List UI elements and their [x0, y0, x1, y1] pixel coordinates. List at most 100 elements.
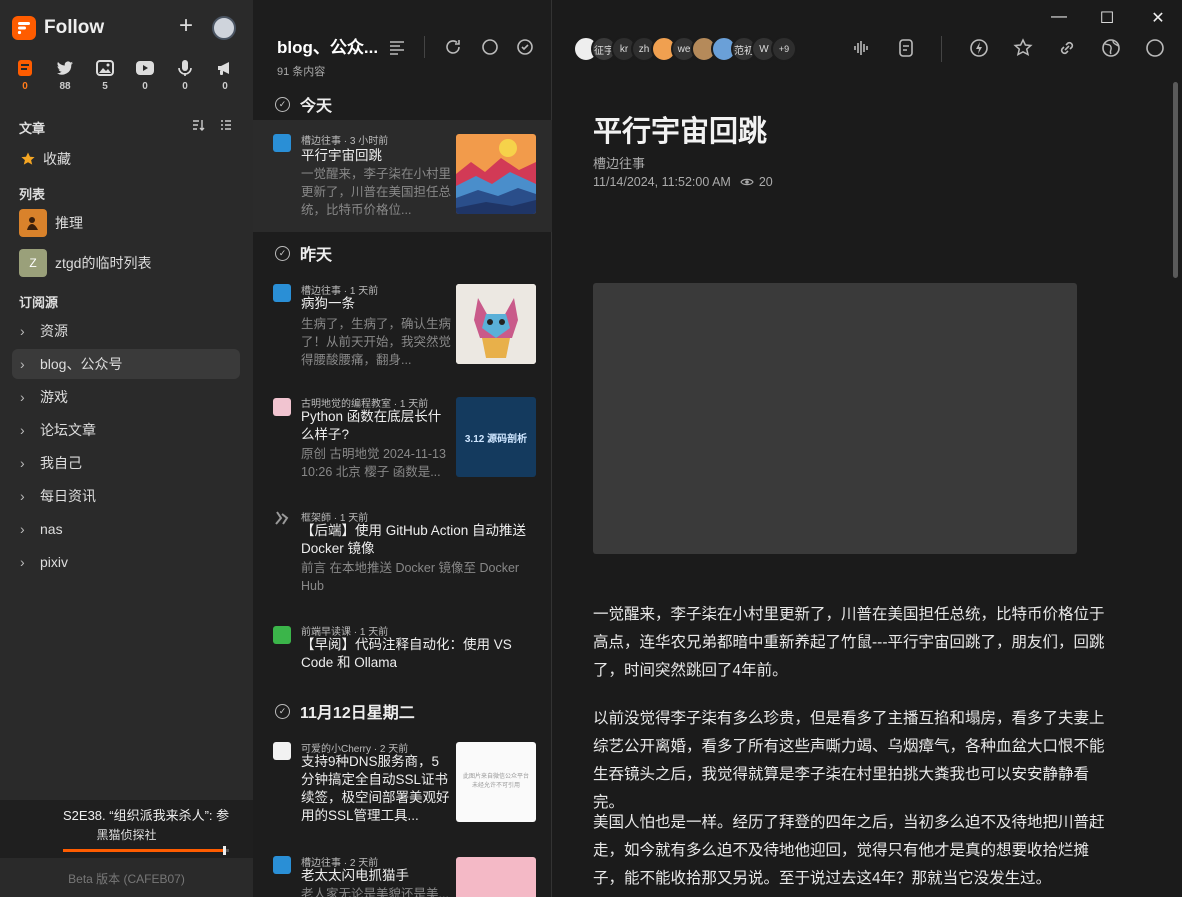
feed-favicon — [273, 742, 291, 760]
tab-audio[interactable]: 0 — [165, 58, 205, 98]
chevron-right-icon: › — [20, 488, 25, 504]
entry-snippet: 前言 在本地推送 Docker 镜像至 Docker Hub — [301, 561, 520, 593]
sidebar-item-list-reasoning[interactable]: 推理 — [12, 208, 240, 238]
sort-icon[interactable] — [191, 118, 205, 132]
favorites-label: 收藏 — [43, 151, 71, 167]
sidebar-folder-games[interactable]: › 游戏 — [12, 382, 240, 412]
follow-logo-icon — [12, 16, 36, 40]
link-icon[interactable] — [1057, 38, 1077, 58]
entry-title: 支持9种DNS服务商，5分钟搞定全自动SSL证书续签，极空间部署美观好用的SSL… — [301, 754, 450, 823]
article-meta: 11/14/2024, 11:52:00 AM 20 — [593, 175, 773, 189]
list-cover-icon — [19, 209, 47, 237]
entry-column-header: blog、公众... 91 条内容 — [277, 33, 378, 79]
day-header[interactable]: ✓ 11月12日星期二 — [275, 700, 415, 722]
entry-source: 槽边往事 — [301, 136, 341, 147]
layout-icon[interactable] — [388, 38, 406, 56]
tab-pictures[interactable]: 5 — [85, 58, 125, 98]
boost-icon[interactable] — [969, 38, 989, 58]
video-icon — [136, 61, 154, 75]
list-view-icon[interactable] — [219, 118, 233, 132]
reader-scrollbar[interactable] — [1173, 82, 1178, 278]
videos-count: 0 — [142, 81, 148, 92]
folder-label: 游戏 — [40, 389, 68, 405]
day-label: 11月12日星期二 — [300, 705, 415, 722]
globe-icon[interactable] — [1101, 38, 1121, 58]
entry-item[interactable]: 前端早读课 · 1 天前 【早阅】代码注释自动化：使用 VS Code 和 Ol… — [253, 612, 552, 692]
readability-icon[interactable] — [896, 38, 916, 58]
entry-title: 【早阅】代码注释自动化：使用 VS Code 和 Ollama — [301, 637, 512, 670]
tab-notifications[interactable]: 0 — [205, 58, 245, 98]
feed-favicon — [273, 134, 291, 152]
entry-item[interactable]: 可爱的小Cherry · 2 天前 支持9种DNS服务商，5分钟搞定全自动SSL… — [253, 728, 552, 836]
sidebar-folder-forum[interactable]: › 论坛文章 — [12, 415, 240, 445]
chevron-right-icon: › — [20, 455, 25, 471]
add-feed-button[interactable]: + — [175, 14, 197, 40]
picture-icon — [96, 60, 114, 76]
refresh-icon[interactable] — [444, 38, 462, 56]
entry-item[interactable]: 古明地觉的编程教室 · 1 天前 Python 函数在底层长什么样子? 原创 古… — [253, 384, 552, 494]
tab-social[interactable]: 88 — [45, 58, 85, 98]
feed-favicon — [273, 856, 291, 874]
list-label: ztgd的临时列表 — [55, 255, 152, 271]
entry-item[interactable]: 槽边往事 · 1 天前 病狗一条 生病了，生病了，确认生病了！从前天开始，我突然… — [253, 270, 552, 380]
chevron-right-icon: › — [20, 422, 25, 438]
sidebar-folder-nas[interactable]: › nas — [12, 514, 240, 544]
user-avatar[interactable] — [212, 16, 236, 40]
check-circle-icon: ✓ — [275, 96, 290, 112]
more-circle-icon[interactable] — [1145, 38, 1165, 58]
player-podcast-name: 黑猫侦探社 — [96, 828, 157, 842]
app-name: Follow — [44, 17, 105, 38]
twitter-icon — [57, 61, 73, 75]
sidebar-folder-pixiv[interactable]: › pixiv — [12, 547, 240, 577]
minimize-button[interactable]: — — [1049, 8, 1069, 26]
sidebar-folder-myself[interactable]: › 我自己 — [12, 448, 240, 478]
audio-player[interactable]: S2E38. “组织派我来杀人”: 参 黑猫侦探社 — [0, 800, 253, 858]
column-count: 91 条内容 — [277, 66, 326, 78]
more-readers-badge: +9 — [771, 36, 797, 62]
unread-filter-icon[interactable] — [481, 38, 499, 56]
article-icon — [18, 60, 32, 76]
pictures-count: 5 — [102, 81, 108, 92]
sidebar-folder-resources[interactable]: › 资源 — [12, 316, 240, 346]
star-icon — [21, 152, 35, 165]
article-views: 20 — [758, 175, 773, 189]
mark-all-read-icon[interactable] — [516, 38, 534, 56]
sidebar-folder-blog[interactable]: › blog、公众号 — [12, 349, 240, 379]
section-lists-title: 列表 — [19, 187, 46, 202]
day-header[interactable]: ✓ 今天 — [275, 93, 332, 115]
entry-item[interactable]: 槽边往事 · 2 天前 老太太闪电抓猫手 老人家无论是美貌还是美... — [253, 840, 552, 897]
tab-videos[interactable]: 0 — [125, 58, 165, 98]
folder-label: blog、公众号 — [40, 356, 123, 372]
tts-icon[interactable] — [851, 38, 871, 58]
player-episode-title: S2E38. “组织派我来杀人”: 参 — [63, 808, 230, 823]
sidebar-item-list-temp[interactable]: Z ztgd的临时列表 — [12, 248, 240, 278]
notifications-count: 0 — [222, 81, 228, 92]
entry-title: Python 函数在底层长什么样子? — [301, 409, 442, 442]
article-image-placeholder — [593, 283, 1077, 554]
maximize-button[interactable]: ☐ — [1097, 8, 1117, 28]
articles-count: 0 — [22, 81, 28, 92]
version-label: Beta 版本 (CAFEB07) — [68, 872, 185, 886]
list-cover-letter: Z — [19, 249, 47, 277]
entry-time: 3 小时前 — [349, 136, 389, 147]
entry-snippet: 原创 古明地觉 2024-11-13 10:26 北京 樱子 函数是... — [301, 447, 446, 479]
sidebar-folder-daily[interactable]: › 每日资讯 — [12, 481, 240, 511]
entry-item[interactable]: 框架師 · 1 天前 【后端】使用 GitHub Action 自动推送 Doc… — [253, 498, 552, 608]
eye-icon — [740, 178, 754, 186]
star-outline-icon[interactable] — [1013, 38, 1033, 58]
column-title: blog、公众... — [277, 38, 379, 57]
megaphone-icon — [218, 62, 229, 75]
tab-articles[interactable]: 0 — [5, 58, 45, 98]
entry-meta: 槽边往事 · 3 小时前 — [301, 136, 389, 147]
feed-favicon — [273, 284, 291, 302]
close-button[interactable]: ✕ — [1148, 8, 1168, 28]
player-progress-handle[interactable] — [223, 846, 226, 855]
article-paragraph: 以前没觉得李子柒有多么珍贵，但是看多了主播互掐和塌房，看多了夫妻上综艺公开离婚，… — [593, 710, 1105, 811]
chevron-right-icon: › — [20, 323, 25, 339]
list-label: 推理 — [55, 215, 83, 231]
article-author[interactable]: 槽边往事 — [593, 153, 645, 172]
player-progress-fill — [63, 849, 226, 852]
day-header[interactable]: ✓ 昨天 — [275, 242, 332, 264]
sidebar-item-favorites[interactable]: 收藏 — [12, 144, 240, 174]
entry-item[interactable]: 槽边往事 · 3 小时前 平行宇宙回跳 一觉醒来，李子柒在小村里更新了，川普在美… — [253, 120, 552, 232]
